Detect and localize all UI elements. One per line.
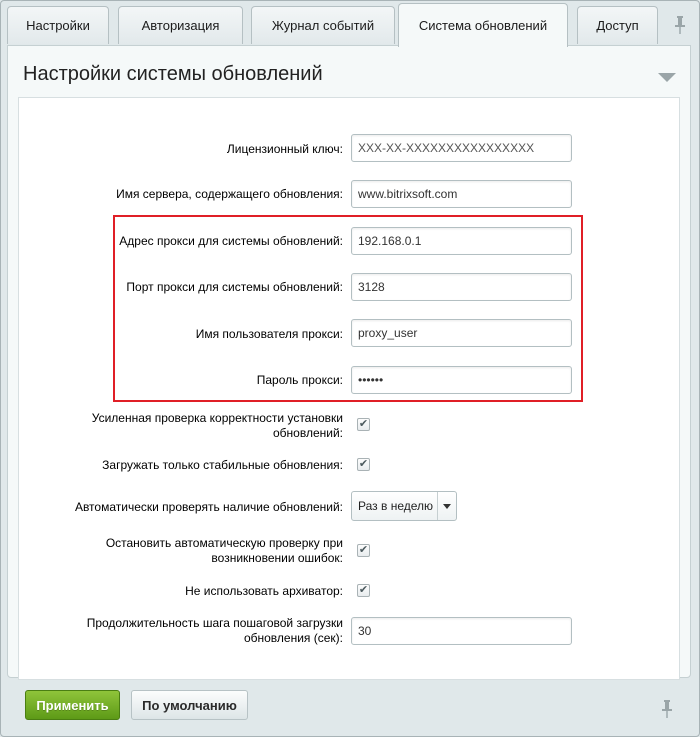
strict-check-checkbox[interactable]: ✔ (357, 418, 370, 431)
tab-label: Доступ (596, 18, 639, 33)
tab-settings[interactable]: Настройки (7, 6, 109, 44)
pin-icon[interactable] (675, 16, 685, 34)
stable-only-checkbox[interactable]: ✔ (357, 458, 370, 471)
chevron-down-icon[interactable] (437, 492, 456, 520)
tab-update-system[interactable]: Система обновлений (398, 3, 568, 47)
checkmark-icon: ✔ (358, 544, 369, 556)
checkmark-icon: ✔ (358, 418, 369, 430)
step-duration-label-line1: Продолжительность шага пошаговой загрузк… (86, 616, 343, 630)
auto-check-select[interactable]: Раз в неделю (351, 491, 457, 521)
stop-on-error-label-line1: Остановить автоматическую проверку при (105, 536, 343, 550)
auto-check-label: Автоматически проверять наличие обновлен… (74, 500, 343, 514)
pin-icon[interactable] (662, 700, 672, 718)
step-duration-label: Продолжительность шага пошаговой загрузк… (87, 616, 343, 646)
proxy-password-field[interactable]: •••••• (351, 366, 572, 394)
step-duration-field[interactable]: 30 (351, 617, 572, 645)
footer-bar: Применить По умолчанию (7, 678, 689, 728)
step-duration-label-line2: обновления (сек): (243, 631, 343, 645)
proxy-address-label: Адрес прокси для системы обновлений: (119, 234, 343, 248)
server-name-label: Имя сервера, содержащего обновления: (116, 187, 343, 201)
stop-on-error-label: Остановить автоматическую проверку при в… (106, 536, 343, 566)
page-title: Настройки системы обновлений (23, 63, 323, 85)
license-key-label: Лицензионный ключ: (226, 142, 343, 156)
tab-event-log[interactable]: Журнал событий (251, 6, 395, 44)
tab-label: Журнал событий (271, 18, 375, 33)
checkmark-icon: ✔ (358, 584, 369, 596)
tab-authorization[interactable]: Авторизация (118, 6, 243, 44)
tab-label: Авторизация (141, 18, 220, 33)
proxy-port-label: Порт прокси для системы обновлений: (126, 280, 343, 294)
no-archiver-label: Не использовать архиватор: (185, 584, 343, 598)
settings-window: Настройки Авторизация Журнал событий Сис… (0, 0, 700, 737)
proxy-user-label: Имя пользователя прокси: (195, 327, 343, 341)
tab-label: Настройки (26, 18, 90, 33)
stop-on-error-label-line2: возникновении ошибок: (211, 551, 343, 565)
license-key-field[interactable]: XXX-XX-XXXXXXXXXXXXXXXX (351, 134, 572, 162)
collapse-arrow-icon[interactable] (658, 73, 676, 82)
proxy-port-field[interactable]: 3128 (351, 273, 572, 301)
apply-button[interactable]: Применить (25, 690, 120, 720)
checkmark-icon: ✔ (358, 458, 369, 470)
strict-check-label-line2: обновлений: (273, 426, 343, 440)
no-archiver-checkbox[interactable]: ✔ (357, 584, 370, 597)
default-button[interactable]: По умолчанию (131, 690, 248, 720)
strict-check-label: Усиленная проверка корректности установк… (92, 411, 343, 441)
stop-on-error-checkbox[interactable]: ✔ (357, 544, 370, 557)
stable-only-label: Загружать только стабильные обновления: (102, 458, 343, 472)
tab-access[interactable]: Доступ (577, 6, 658, 44)
proxy-password-label: Пароль прокси: (256, 373, 343, 387)
auto-check-value: Раз в неделю (358, 499, 434, 513)
server-name-field[interactable]: www.bitrixsoft.com (351, 180, 572, 208)
proxy-address-field[interactable]: 192.168.0.1 (351, 227, 572, 255)
proxy-user-field[interactable]: proxy_user (351, 319, 572, 347)
strict-check-label-line1: Усиленная проверка корректности установк… (91, 411, 343, 425)
tab-label: Система обновлений (418, 18, 548, 33)
